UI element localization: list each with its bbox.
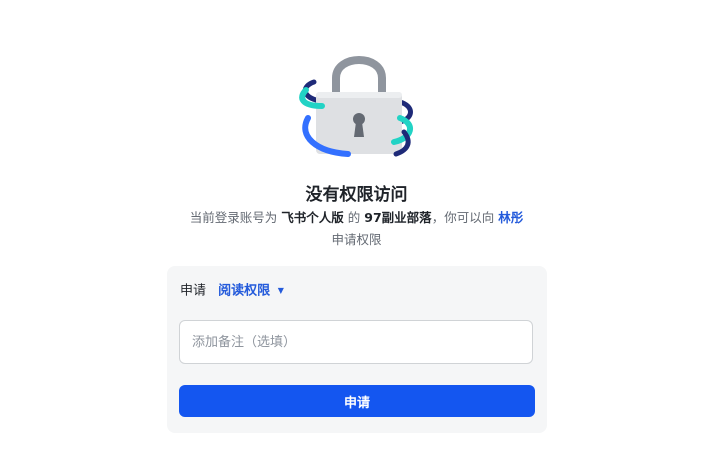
apply-label: 申请 <box>180 283 207 299</box>
description-connector: 的 <box>347 210 361 225</box>
no-permission-page: 没有权限访问 当前登录账号为 飞书个人版 的 97副业部落，你可以向 林彤 申请… <box>0 0 713 464</box>
org-name: 97副业部落 <box>364 210 432 225</box>
permission-value: 阅读权限 <box>218 283 271 299</box>
page-title: 没有权限访问 <box>305 185 408 205</box>
caret-down-icon: ▼ <box>277 286 284 295</box>
permission-description: 当前登录账号为 飞书个人版 的 97副业部落，你可以向 林彤 申请权限 <box>160 207 553 251</box>
padlock-icon <box>299 56 413 157</box>
submit-request-button[interactable]: 申请 <box>179 385 535 417</box>
remark-input[interactable] <box>179 320 533 364</box>
description-middle: ，你可以向 <box>431 210 495 225</box>
owner-link[interactable]: 林彤 <box>498 210 523 225</box>
apply-row: 申请 阅读权限 ▼ <box>180 281 284 301</box>
description-suffix: 申请权限 <box>331 232 382 247</box>
account-name: 飞书个人版 <box>281 210 344 225</box>
permission-dropdown[interactable]: 阅读权限 ▼ <box>218 281 284 302</box>
request-form-card: 申请 阅读权限 ▼ 申请 <box>167 266 547 433</box>
description-prefix: 当前登录账号为 <box>189 210 278 225</box>
